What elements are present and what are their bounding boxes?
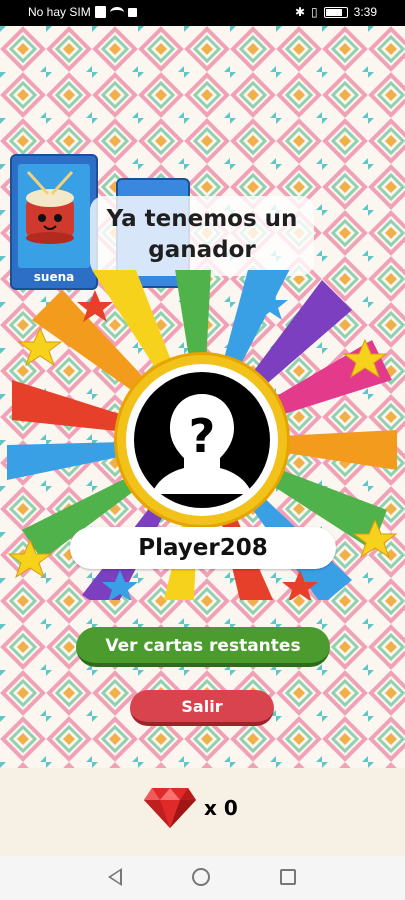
view-remaining-cards-button[interactable]: Ver cartas restantes	[76, 627, 330, 667]
diamond-icon	[144, 788, 196, 828]
status-left: No hay SIM	[28, 5, 137, 19]
back-icon[interactable]	[108, 868, 122, 886]
card-art	[18, 164, 90, 268]
exit-button[interactable]: Salir	[130, 690, 274, 726]
unknown-user-icon: ?	[152, 394, 252, 494]
recent-apps-icon[interactable]	[280, 869, 296, 885]
navigation-bar	[0, 856, 405, 900]
status-bar: No hay SIM ✱ ▯ 3:39	[0, 0, 405, 26]
status-right: ✱ ▯ 3:39	[295, 5, 377, 19]
gem-count: x 0	[204, 796, 238, 820]
carrier-text: No hay SIM	[28, 5, 91, 19]
wifi-icon	[109, 6, 124, 18]
drum-icon	[26, 170, 74, 244]
avatar-background: ?	[134, 372, 270, 508]
winner-avatar: ?	[114, 352, 290, 528]
gem-counter: x 0	[142, 786, 238, 830]
vibrate-icon: ▯	[311, 5, 318, 19]
clock-text: 3:39	[353, 5, 377, 19]
winner-name: Player208	[70, 527, 336, 569]
svg-text:?: ?	[189, 409, 216, 463]
sim-icon	[94, 6, 106, 18]
currency-bar: x 0	[0, 768, 405, 856]
notification-icon	[127, 7, 137, 17]
battery-icon	[323, 6, 348, 18]
home-icon[interactable]	[192, 868, 210, 886]
bluetooth-icon: ✱	[294, 5, 306, 19]
winner-headline: Ya tenemos un ganador	[90, 196, 314, 276]
